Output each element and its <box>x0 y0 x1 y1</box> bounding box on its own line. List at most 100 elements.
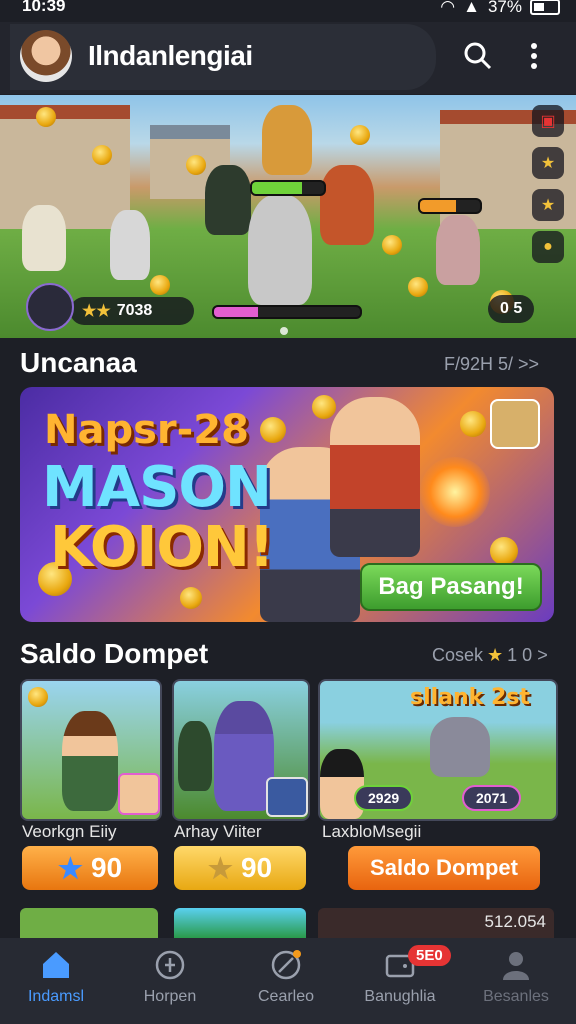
coin-icon <box>28 687 48 707</box>
health-bar <box>250 180 326 196</box>
section-title-uncanaa: Uncanaa <box>20 347 137 378</box>
pagination-dots <box>280 327 288 335</box>
buy-button-2[interactable]: ★ 90 <box>174 846 306 890</box>
profile-icon <box>503 952 529 980</box>
section-link-see-all[interactable]: F/92H 5/ >> <box>444 354 539 375</box>
game-character <box>436 215 480 285</box>
progress-bar <box>212 305 362 319</box>
coin-icon <box>180 587 202 609</box>
game-character <box>320 749 364 819</box>
explosion-effect <box>420 457 490 527</box>
star-icon: ★★ <box>82 303 111 320</box>
score-pill: ★★ 7038 <box>70 297 194 325</box>
hero-game-banner[interactable]: ▣ ★ ★ ● ★★ 7038 0 5 <box>0 95 576 338</box>
peek-card-3[interactable]: 512.054 <box>318 908 554 938</box>
nav-label: Horpen <box>143 988 197 1005</box>
hero-character <box>330 397 420 557</box>
section-title-saldo: Saldo Dompet <box>20 638 209 669</box>
section-link-count: 1 0 > <box>507 645 548 665</box>
house-left <box>0 105 130 229</box>
game-card-3[interactable]: sllank 2st 2929 2071 <box>318 679 558 821</box>
price-value-2: 90 <box>240 852 273 883</box>
coin-icon <box>490 537 518 565</box>
status-time: 10:39 <box>22 0 66 15</box>
avatar[interactable] <box>20 30 72 82</box>
game-character <box>22 205 66 271</box>
nav-item-home[interactable]: Indamsl <box>6 948 106 1006</box>
saldo-dompet-button[interactable]: Saldo Dompet <box>348 846 540 890</box>
coin-icon <box>408 277 428 297</box>
nav-label: Banughlia <box>364 988 436 1005</box>
game-character <box>262 105 312 175</box>
game-character <box>320 165 374 245</box>
section-link-cosek[interactable]: Cosek ★ 1 0 > <box>432 645 548 666</box>
peek-card-2[interactable] <box>174 908 306 938</box>
price-value-1: 90 <box>90 852 123 883</box>
coin-icon <box>350 125 370 145</box>
coin-icon <box>460 411 486 437</box>
avatar-frame <box>266 777 308 817</box>
battery-icon <box>530 0 560 15</box>
peek-card-1[interactable] <box>20 908 158 938</box>
star-icon: ★ <box>487 645 504 665</box>
star-icon: ★ <box>57 852 83 884</box>
game-character <box>248 195 312 305</box>
compass-icon <box>271 950 301 980</box>
game-character <box>214 701 274 811</box>
notification-badge: 5E0 <box>408 945 451 966</box>
nav-label: Indamsl <box>27 988 85 1005</box>
gift-icon[interactable]: ▣ <box>532 105 564 137</box>
card-label-3: LaxbloMsegii <box>322 822 422 841</box>
counter-value: 0 5 <box>500 300 523 317</box>
status-icons: ◠ ▲ 37% <box>440 0 560 17</box>
coin-icon[interactable]: ● <box>532 231 564 263</box>
wifi-icon: ◠ <box>440 0 456 16</box>
coin-icon <box>150 275 170 295</box>
card-badge-2-value: 2071 <box>476 790 508 806</box>
app-title: Ilndanlengiai <box>88 40 253 71</box>
gem-icon <box>26 283 74 331</box>
bottom-nav: Indamsl Horpen Cearleo Banughlia Besanle… <box>0 938 576 1024</box>
plus-circle-icon <box>155 950 185 980</box>
coin-icon <box>186 155 206 175</box>
home-icon <box>43 952 69 978</box>
game-character <box>205 165 251 235</box>
game-card-2[interactable] <box>172 679 310 821</box>
nav-label: Besanles <box>483 988 549 1005</box>
avatar-frame <box>118 773 160 815</box>
signal-icon: ▲ <box>463 0 480 16</box>
score-value: 7038 <box>116 302 153 319</box>
promo-banner[interactable]: Napsr-28 MASON KOION! Bag Pasang! <box>20 387 554 622</box>
game-character <box>430 717 490 777</box>
section-link-text: Cosek <box>432 645 484 665</box>
game-character <box>178 721 212 791</box>
star-icon[interactable]: ★ <box>532 189 564 221</box>
more-vertical-icon[interactable] <box>514 36 554 76</box>
coin-icon <box>312 395 336 419</box>
counter-pill: 0 5 <box>488 295 535 323</box>
card-banner-title: sllank 2st <box>410 685 530 710</box>
nav-item-horpen[interactable]: Horpen <box>120 948 220 1006</box>
card-label-2: Arhay Viiter <box>174 822 262 841</box>
star-icon[interactable]: ★ <box>532 147 564 179</box>
banner-cta-button[interactable]: Bag Pasang! <box>360 563 542 611</box>
health-bar <box>418 198 482 214</box>
game-character <box>62 711 118 811</box>
nav-item-cearleo[interactable]: Cearleo <box>236 948 336 1006</box>
banner-title-line3: KOION! <box>50 515 274 580</box>
card-badge-2: 2071 <box>462 785 522 811</box>
nav-label: Cearleo <box>257 988 315 1005</box>
card-label-1: Veorkgn Eiiy <box>22 822 117 841</box>
coin-icon <box>92 145 112 165</box>
nav-item-besanles[interactable]: Besanles <box>466 948 566 1006</box>
card-badge-1: 2929 <box>354 785 414 811</box>
banner-title-line2: MASON <box>42 455 272 520</box>
battery-percent: 37% <box>487 0 522 16</box>
side-badges: ▣ ★ ★ ● <box>532 105 564 263</box>
star-icon: ★ <box>207 852 233 884</box>
search-icon[interactable] <box>458 36 498 76</box>
buy-button-1[interactable]: ★ 90 <box>22 846 158 890</box>
game-card-1[interactable] <box>20 679 162 821</box>
coin-icon <box>260 417 286 443</box>
coin-icon <box>36 107 56 127</box>
